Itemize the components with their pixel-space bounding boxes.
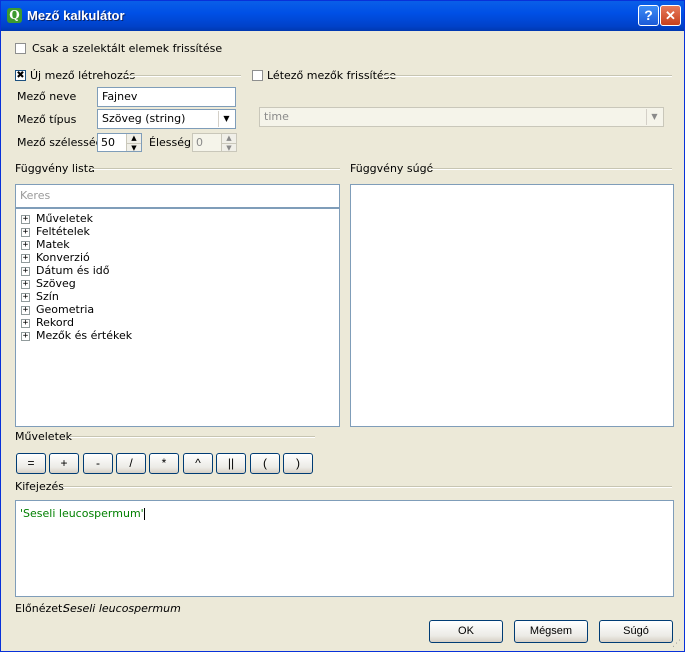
field-type-select[interactable]: Szöveg (string) ▼ bbox=[97, 109, 236, 129]
operator-divide-button[interactable]: / bbox=[116, 453, 146, 474]
tree-item[interactable]: + Rekord bbox=[21, 316, 74, 329]
precision-spinbox[interactable]: 0 ▲ ▼ bbox=[192, 133, 237, 152]
ok-button[interactable]: OK bbox=[429, 620, 503, 643]
field-width-value: 50 bbox=[101, 136, 115, 149]
operators-group-line bbox=[69, 436, 315, 438]
tree-item[interactable]: + Matek bbox=[21, 238, 70, 251]
title-close-button[interactable]: ✕ bbox=[660, 5, 681, 26]
text-cursor bbox=[143, 508, 145, 520]
operator-concat-button[interactable]: || bbox=[216, 453, 246, 474]
tree-item-label: Geometria bbox=[36, 303, 95, 316]
tree-item[interactable]: + Feltételek bbox=[21, 225, 90, 238]
tree-item-label: Matek bbox=[36, 238, 70, 251]
tree-item-label: Feltételek bbox=[36, 225, 90, 238]
qgis-app-icon: Q bbox=[7, 8, 22, 23]
new-field-group-line bbox=[125, 75, 241, 77]
operator-power-button[interactable]: ^ bbox=[183, 453, 213, 474]
spin-down-icon[interactable]: ▼ bbox=[126, 142, 141, 151]
function-help-label: Függvény súgó bbox=[350, 162, 434, 175]
field-calculator-dialog: Q Mező kalkulátor ? ✕ Csak a szelektált … bbox=[0, 0, 685, 652]
field-name-input[interactable]: Fajnev bbox=[97, 87, 236, 107]
function-help-group-line bbox=[429, 168, 672, 170]
precision-value: 0 bbox=[196, 136, 203, 149]
down-triangle-icon: ▼ bbox=[218, 111, 234, 127]
tree-item[interactable]: + Műveletek bbox=[21, 212, 93, 225]
function-search-input[interactable]: Keres bbox=[15, 184, 340, 208]
tree-item-label: Mezők és értékek bbox=[36, 329, 133, 342]
tree-item[interactable]: + Geometria bbox=[21, 303, 94, 316]
spin-up-icon[interactable]: ▲ bbox=[126, 134, 141, 143]
window-title: Mező kalkulátor bbox=[27, 8, 125, 23]
function-help-panel bbox=[350, 184, 674, 427]
cancel-button[interactable]: Mégsem bbox=[514, 620, 588, 643]
help-button[interactable]: Súgó bbox=[599, 620, 673, 643]
field-width-label: Mező szélesség bbox=[17, 136, 103, 149]
tree-item[interactable]: + Konverzió bbox=[21, 251, 90, 264]
tree-item[interactable]: + Dátum és idő bbox=[21, 264, 109, 277]
existing-field-group-line bbox=[382, 75, 672, 77]
tree-item-label: Szöveg bbox=[36, 277, 76, 290]
tree-item-label: Szín bbox=[36, 290, 59, 303]
existing-field-select[interactable]: time ▼ bbox=[259, 107, 664, 127]
title-help-button[interactable]: ? bbox=[638, 5, 659, 26]
field-name-label: Mező neve bbox=[17, 90, 77, 103]
new-field-checkbox[interactable]: ✖ bbox=[15, 70, 26, 81]
existing-field-checkbox[interactable] bbox=[252, 70, 263, 81]
plus-box-icon[interactable]: + bbox=[21, 253, 30, 263]
operators-label: Műveletek bbox=[15, 430, 73, 443]
operator-minus-button[interactable]: - bbox=[83, 453, 113, 474]
tree-item-label: Rekord bbox=[36, 316, 74, 329]
field-type-value: Szöveg (string) bbox=[102, 112, 186, 125]
existing-field-group-label: Létező mezők frissítése bbox=[267, 69, 397, 82]
operator-equals-button[interactable]: = bbox=[16, 453, 46, 474]
expression-text: 'Seseli leucospermum' bbox=[20, 507, 144, 520]
field-width-spinbox[interactable]: 50 ▲ ▼ bbox=[97, 133, 142, 152]
plus-box-icon[interactable]: + bbox=[21, 292, 30, 302]
preview-label: Előnézet: bbox=[15, 602, 67, 615]
new-field-group-label: Új mező létrehozás bbox=[30, 69, 136, 82]
tree-item-label: Konverzió bbox=[36, 251, 90, 264]
preview-value: Seseli leucospermum bbox=[63, 602, 181, 615]
update-selected-checkbox[interactable] bbox=[15, 43, 26, 54]
plus-box-icon[interactable]: + bbox=[21, 240, 30, 250]
precision-label: Élesség bbox=[149, 136, 191, 149]
function-list-label: Függvény lista bbox=[15, 162, 95, 175]
plus-box-icon[interactable]: + bbox=[21, 279, 30, 289]
tree-item[interactable]: + Szöveg bbox=[21, 277, 76, 290]
function-list-group-line bbox=[91, 168, 340, 170]
down-triangle-icon: ▼ bbox=[646, 109, 662, 125]
expression-editor[interactable]: 'Seseli leucospermum' bbox=[15, 500, 674, 597]
function-tree: + Műveletek + Feltételek + Matek + Konverzió… bbox=[15, 208, 340, 427]
tree-item-label: Dátum és idő bbox=[36, 264, 110, 277]
plus-box-icon[interactable]: + bbox=[21, 266, 30, 276]
field-type-label: Mező típus bbox=[17, 113, 77, 126]
resize-grip-icon[interactable]: ⋰ bbox=[672, 639, 682, 649]
expression-group-line bbox=[63, 486, 672, 488]
operator-close-paren-button[interactable]: ) bbox=[283, 453, 313, 474]
plus-box-icon[interactable]: + bbox=[21, 331, 30, 341]
update-selected-label: Csak a szelektált elemek frissítése bbox=[32, 42, 223, 55]
operator-plus-button[interactable]: + bbox=[49, 453, 79, 474]
tree-item-label: Műveletek bbox=[36, 212, 94, 225]
tree-item[interactable]: + Mezők és értékek bbox=[21, 329, 132, 342]
expression-label: Kifejezés bbox=[15, 480, 65, 493]
title-bar[interactable]: Q Mező kalkulátor ? ✕ bbox=[1, 1, 684, 31]
plus-box-icon[interactable]: + bbox=[21, 214, 30, 224]
spin-down-icon[interactable]: ▼ bbox=[221, 142, 236, 151]
plus-box-icon[interactable]: + bbox=[21, 227, 30, 237]
expression-text-line: 'Seseli leucospermum' bbox=[20, 507, 145, 520]
operator-multiply-button[interactable]: * bbox=[149, 453, 179, 474]
plus-box-icon[interactable]: + bbox=[21, 318, 30, 328]
spin-up-icon[interactable]: ▲ bbox=[221, 134, 236, 143]
plus-box-icon[interactable]: + bbox=[21, 305, 30, 315]
tree-item[interactable]: + Szín bbox=[21, 290, 59, 303]
existing-field-value: time bbox=[264, 110, 289, 123]
operator-open-paren-button[interactable]: ( bbox=[250, 453, 280, 474]
